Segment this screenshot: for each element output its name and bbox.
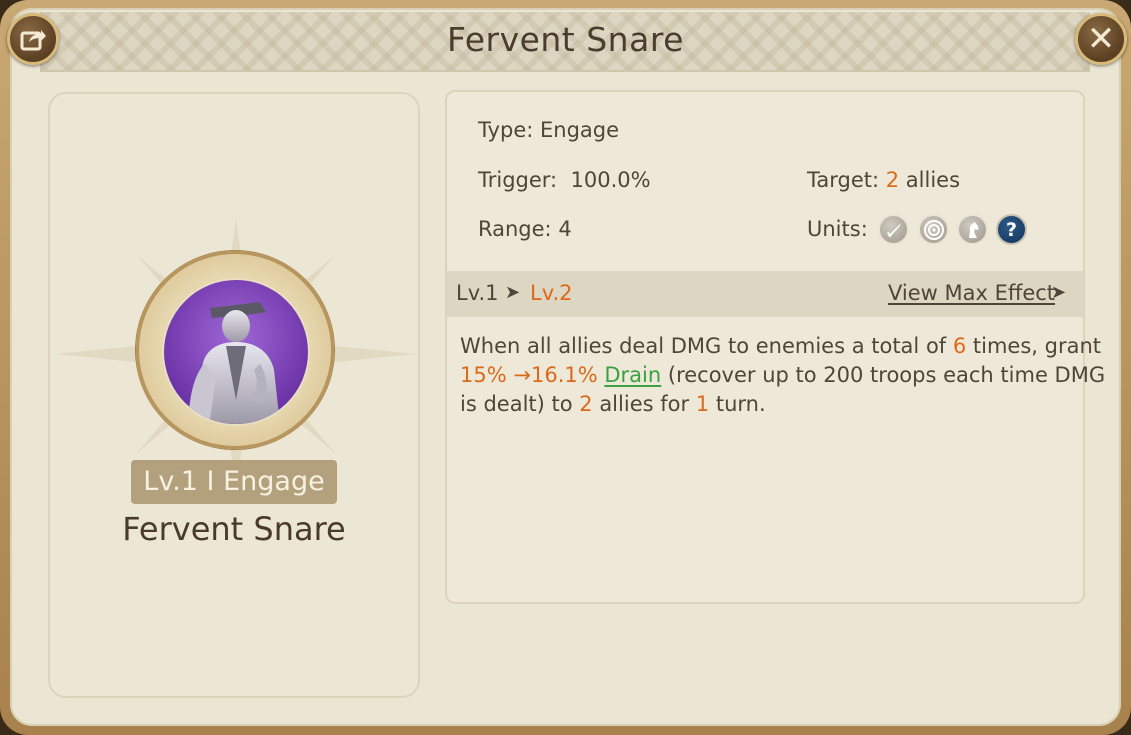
skill-portrait	[162, 278, 310, 426]
pct-from: 15%	[460, 363, 507, 387]
range-row: Range: 4	[478, 217, 572, 241]
next-level: Lv.2	[530, 281, 573, 305]
close-icon: ✕	[1086, 19, 1116, 59]
share-icon	[20, 30, 46, 51]
pct-to: 16.1%	[530, 363, 598, 387]
type-value: Engage	[540, 118, 620, 142]
target-row: Target: 2 allies	[807, 168, 960, 192]
archer-target-icon	[918, 214, 949, 245]
turn-count: 1	[695, 392, 710, 416]
drain-link[interactable]: Drain	[604, 363, 661, 387]
trigger-row: Trigger: 100.0%	[478, 168, 651, 192]
view-max-effect-link[interactable]: View Max Effect	[888, 281, 1055, 305]
times-count: 6	[952, 334, 967, 358]
type-row: Type: Engage	[478, 118, 619, 142]
skill-name: Fervent Snare	[122, 510, 346, 548]
description-line-2: 15% →16.1% Drain (recover up to 200 troo…	[460, 363, 1106, 387]
question-mark-icon[interactable]: ?	[996, 214, 1027, 245]
skill-description: When all allies deal DMG to enemies a to…	[460, 332, 1106, 419]
close-button[interactable]: ✕	[1075, 13, 1127, 65]
share-button[interactable]	[7, 13, 59, 65]
officer-figure-icon	[188, 302, 280, 424]
target-unit: allies	[905, 168, 961, 192]
type-label: Type:	[478, 118, 534, 142]
current-level: Lv.1	[456, 281, 499, 305]
units-label: Units:	[807, 217, 868, 241]
level-type-badge: Lv.1 I Engage	[131, 460, 337, 504]
range-label: Range:	[478, 217, 552, 241]
infantry-sword-icon	[878, 214, 909, 245]
description-line-3: is dealt) to 2 allies for 1 turn.	[460, 392, 766, 416]
trigger-value: 100.0%	[570, 168, 651, 192]
target-count: 2	[885, 168, 900, 192]
chevron-right-icon: ➤	[505, 282, 521, 303]
pct-arrow: →	[506, 363, 531, 387]
chevron-right-icon[interactable]: ➤	[1051, 282, 1066, 303]
range-value: 4	[558, 217, 572, 241]
allies-count: 2	[579, 392, 593, 416]
window-title: Fervent Snare	[447, 20, 684, 59]
cavalry-horse-icon	[957, 214, 988, 245]
description-line-1: When all allies deal DMG to enemies a to…	[460, 334, 1102, 358]
trigger-label: Trigger:	[478, 168, 558, 192]
target-label: Target:	[807, 168, 880, 192]
